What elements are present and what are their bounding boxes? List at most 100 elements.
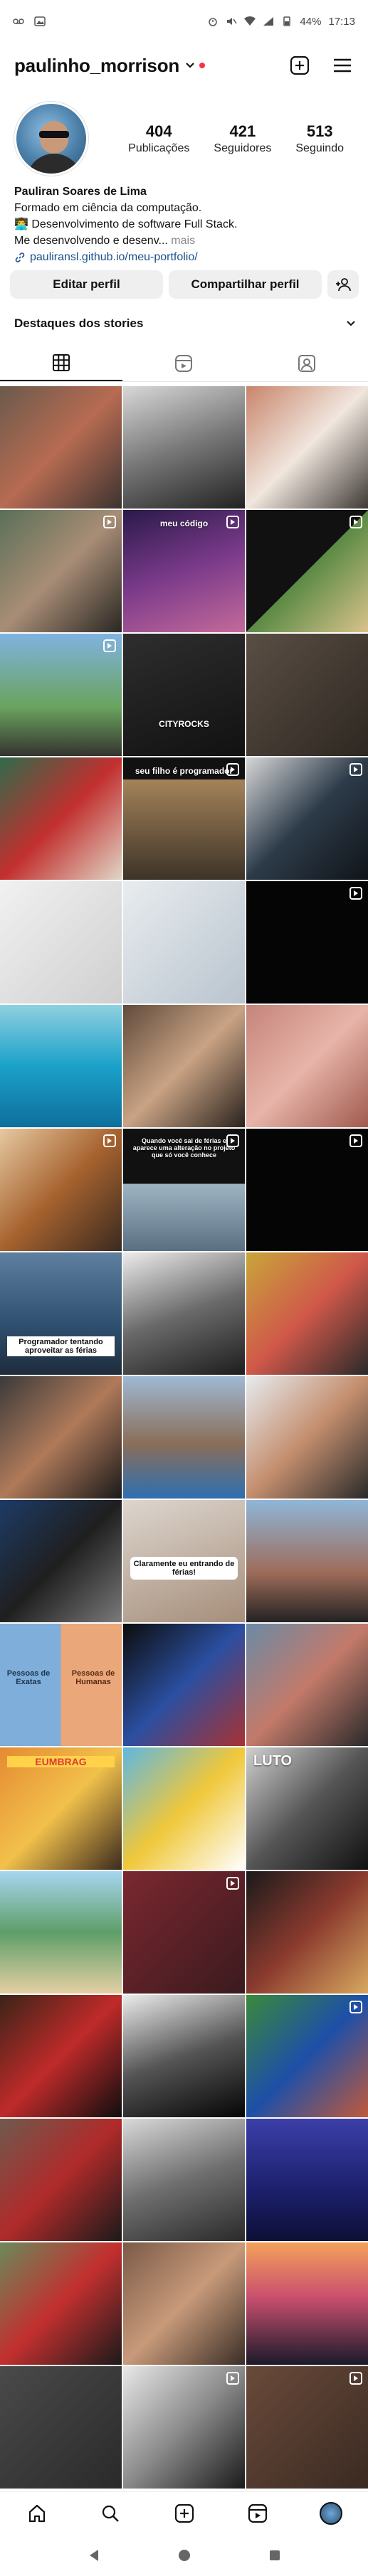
- back-icon[interactable]: [88, 2549, 100, 2562]
- post-thumbnail[interactable]: LUTO: [246, 1747, 368, 1870]
- post-caption: meu código: [159, 518, 209, 528]
- post-thumbnail[interactable]: [0, 1500, 122, 1622]
- post-thumbnail[interactable]: [123, 2242, 245, 2365]
- edit-profile-button[interactable]: Editar perfil: [10, 270, 163, 299]
- more-link[interactable]: mais: [171, 235, 195, 247]
- chevron-down-icon[interactable]: [185, 62, 195, 69]
- stat-posts[interactable]: 404 Publicações: [128, 122, 189, 155]
- post-thumbnail[interactable]: [246, 1871, 368, 1994]
- post-thumbnail[interactable]: [123, 386, 245, 509]
- post-thumbnail[interactable]: seu filho é programador: [123, 757, 245, 880]
- mute-icon: [227, 18, 238, 25]
- post-thumbnail[interactable]: [246, 1376, 368, 1499]
- reel-icon: [349, 2372, 362, 2385]
- post-thumbnail[interactable]: [123, 1995, 245, 2117]
- reel-icon: [103, 1134, 116, 1147]
- menu-button[interactable]: [331, 54, 354, 77]
- post-thumbnail[interactable]: [0, 386, 122, 509]
- hamburger-menu-icon: [334, 58, 351, 73]
- post-thumbnail[interactable]: [246, 1252, 368, 1375]
- reel-icon: [226, 2372, 239, 2385]
- home-icon: [28, 2504, 45, 2522]
- post-thumbnail[interactable]: [246, 2366, 368, 2489]
- post-thumbnail[interactable]: [123, 2366, 245, 2489]
- post-thumbnail[interactable]: [123, 1252, 245, 1375]
- post-thumbnail[interactable]: [246, 386, 368, 509]
- bio-line-truncated[interactable]: Me desenvolvendo e desenv... mais: [14, 233, 356, 249]
- post-thumbnail[interactable]: [246, 634, 368, 756]
- profile-tabs: [0, 345, 368, 382]
- story-highlights-toggle[interactable]: Destaques dos stories: [14, 313, 356, 334]
- nav-reels[interactable]: [221, 2503, 294, 2523]
- post-thumbnail[interactable]: Programador tentando aproveitar as féria…: [0, 1252, 122, 1375]
- plus-square-icon: [290, 55, 310, 75]
- post-thumbnail[interactable]: [0, 634, 122, 756]
- post-thumbnail[interactable]: [246, 1624, 368, 1746]
- post-thumbnail[interactable]: [246, 1129, 368, 1251]
- profile-actions: Editar perfil Compartilhar perfil: [10, 270, 359, 299]
- post-thumbnail[interactable]: [0, 881, 122, 1004]
- post-thumbnail[interactable]: [123, 2119, 245, 2241]
- nav-home[interactable]: [0, 2503, 73, 2523]
- chevron-down-icon: [347, 321, 355, 326]
- post-thumbnail[interactable]: [246, 1005, 368, 1127]
- stat-following[interactable]: 513 Seguindo: [295, 122, 344, 155]
- post-thumbnail[interactable]: [0, 1129, 122, 1251]
- post-caption: Quando você sai de férias e aparece uma …: [132, 1137, 236, 1159]
- battery-percent: 44%: [300, 15, 322, 28]
- post-thumbnail[interactable]: [0, 1871, 122, 1994]
- post-thumbnail[interactable]: [123, 1005, 245, 1127]
- create-button[interactable]: [288, 54, 311, 77]
- post-thumbnail[interactable]: EUMBRAG: [0, 1747, 122, 1870]
- post-thumbnail[interactable]: [123, 1624, 245, 1746]
- reels-icon: [248, 2503, 268, 2523]
- profile-link[interactable]: pauliransl.github.io/meu-portfolio/: [14, 249, 356, 265]
- reel-icon: [226, 516, 239, 528]
- post-thumbnail[interactable]: [246, 2119, 368, 2241]
- post-thumbnail[interactable]: Claramente eu entrando de férias!: [123, 1500, 245, 1622]
- link-text: pauliransl.github.io/meu-portfolio/: [30, 251, 198, 263]
- recents-icon[interactable]: [269, 2550, 280, 2561]
- post-thumbnail[interactable]: [0, 1995, 122, 2117]
- gallery-icon: [34, 16, 46, 26]
- post-thumbnail[interactable]: [0, 757, 122, 880]
- post-thumbnail[interactable]: Quando você sai de férias e aparece uma …: [123, 1129, 245, 1251]
- username[interactable]: paulinho_morrison: [14, 55, 179, 77]
- post-thumbnail[interactable]: [246, 881, 368, 1004]
- post-thumbnail[interactable]: Pessoas de Exatas Pessoas de Humanas: [0, 1624, 122, 1746]
- stat-label: Publicações: [128, 142, 190, 154]
- nav-profile[interactable]: [295, 2501, 368, 2525]
- tab-reels[interactable]: [122, 345, 245, 381]
- tab-tagged[interactable]: [246, 345, 368, 381]
- post-thumbnail[interactable]: [123, 1871, 245, 1994]
- link-icon: [15, 252, 25, 262]
- post-thumbnail[interactable]: [0, 1005, 122, 1127]
- post-thumbnail[interactable]: [123, 1376, 245, 1499]
- post-thumbnail[interactable]: [123, 881, 245, 1004]
- share-profile-button[interactable]: Compartilhar perfil: [169, 270, 322, 299]
- post-thumbnail[interactable]: [0, 2366, 122, 2489]
- post-thumbnail[interactable]: [0, 2242, 122, 2365]
- post-thumbnail[interactable]: [0, 510, 122, 632]
- avatar[interactable]: [14, 102, 88, 176]
- post-thumbnail[interactable]: [246, 510, 368, 632]
- post-thumbnail[interactable]: [246, 1995, 368, 2117]
- post-caption: CITYROCKS: [159, 719, 209, 729]
- post-thumbnail[interactable]: [0, 1376, 122, 1499]
- nav-search[interactable]: [73, 2503, 147, 2523]
- stat-followers[interactable]: 421 Seguidores: [214, 122, 271, 155]
- tab-posts[interactable]: [0, 345, 123, 381]
- post-thumbnail[interactable]: [246, 757, 368, 880]
- nav-create[interactable]: [147, 2503, 221, 2523]
- discover-people-button[interactable]: [327, 270, 359, 299]
- post-thumbnail[interactable]: [246, 1500, 368, 1622]
- post-thumbnail[interactable]: [123, 1747, 245, 1870]
- post-thumbnail[interactable]: meu código: [123, 510, 245, 632]
- post-caption: seu filho é programador: [135, 766, 233, 776]
- post-thumbnail[interactable]: [246, 2242, 368, 2365]
- reel-icon: [349, 1134, 362, 1147]
- home-circle-icon[interactable]: [178, 2549, 191, 2562]
- post-thumbnail[interactable]: CITYROCKS: [123, 634, 245, 756]
- post-thumbnail[interactable]: [0, 2119, 122, 2241]
- profile-stats: 404 Publicações 421 Seguidores 513 Segui…: [128, 122, 344, 155]
